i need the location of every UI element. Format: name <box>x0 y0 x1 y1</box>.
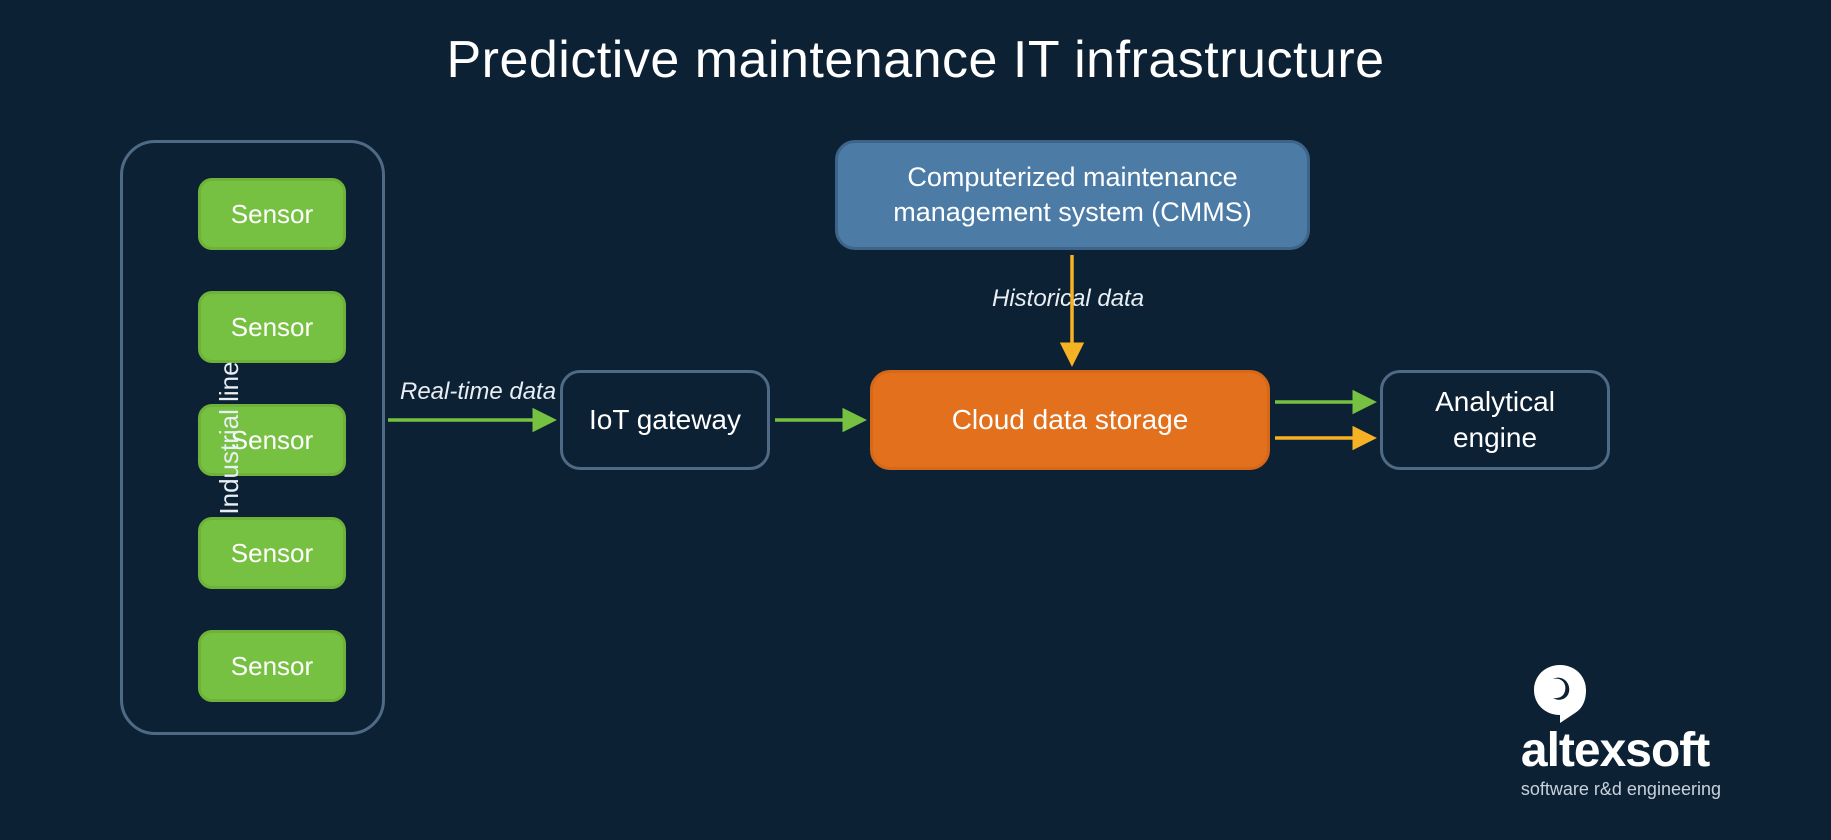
analytical-engine-node: Analytical engine <box>1380 370 1610 470</box>
historical-data-label: Historical data <box>992 285 1144 313</box>
industrial-line-label: Industrial line <box>214 361 245 514</box>
sensor-box: Sensor <box>198 517 346 589</box>
iot-gateway-node: IoT gateway <box>560 370 770 470</box>
sensor-box: Sensor <box>198 178 346 250</box>
brand-logo: altexsoft software r&d engineering <box>1521 663 1721 800</box>
cmms-node: Computerized maintenance management syst… <box>835 140 1310 250</box>
brand-tagline: software r&d engineering <box>1521 779 1721 800</box>
brand-logo-icon <box>1531 663 1721 725</box>
real-time-data-label: Real-time data <box>400 378 556 406</box>
industrial-line-container: Industrial line Sensor Sensor Sensor Sen… <box>120 140 385 735</box>
diagram-title: Predictive maintenance IT infrastructure <box>0 30 1831 90</box>
sensor-box: Sensor <box>198 291 346 363</box>
sensor-box: Sensor <box>198 630 346 702</box>
brand-name: altexsoft <box>1521 727 1721 775</box>
cloud-storage-node: Cloud data storage <box>870 370 1270 470</box>
